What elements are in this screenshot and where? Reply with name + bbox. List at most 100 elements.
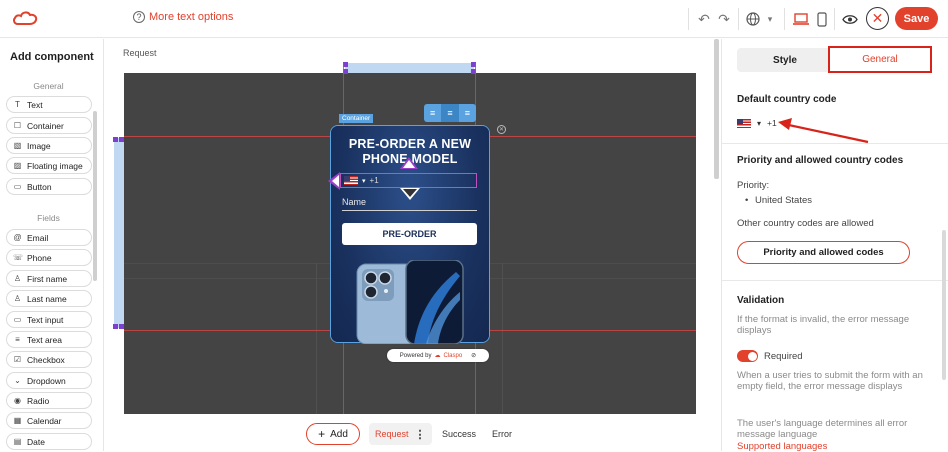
chevron-down-icon[interactable]: ▾ <box>761 10 779 28</box>
field-date[interactable]: ▤ Date <box>6 433 92 450</box>
powered-by-badge: Powered by ☁ Claspo ⊘ <box>387 349 489 362</box>
checkbox-icon: ☑ <box>13 355 22 364</box>
person-icon: ♙ <box>13 274 22 283</box>
phone-field[interactable]: ▾ +1 <box>340 173 477 188</box>
resize-handle[interactable] <box>119 137 124 142</box>
field-phone[interactable]: ☏ Phone <box>6 249 92 266</box>
annotation-arrow-icon <box>778 118 869 144</box>
preorder-button[interactable]: PRE-ORDER <box>342 223 477 245</box>
toolbar-divider <box>834 8 835 30</box>
field-calendar[interactable]: ▦ Calendar <box>6 412 92 429</box>
move-down-handle-inner <box>403 189 417 197</box>
field-email[interactable]: @ Email <box>6 229 92 246</box>
button-icon: ▭ <box>13 182 22 191</box>
redo-icon[interactable]: ↷ <box>715 10 733 28</box>
globe-icon[interactable] <box>744 10 762 28</box>
help-circle-icon: ? <box>133 11 145 23</box>
undo-icon[interactable]: ↶ <box>695 10 713 28</box>
required-toggle[interactable] <box>737 350 758 362</box>
radio-icon: ◉ <box>14 396 21 405</box>
alignment-toolbar: ≡ ≡ ≡ <box>424 104 476 122</box>
field-checkbox[interactable]: ☑ Checkbox <box>6 351 92 368</box>
canvas-page-label: Request <box>123 48 157 58</box>
component-button[interactable]: ▭ Button <box>6 178 92 195</box>
field-first-name[interactable]: ♙ First name <box>6 270 92 287</box>
more-text-options-link[interactable]: ? More text options <box>133 11 233 23</box>
name-field[interactable]: Name <box>342 197 477 211</box>
priority-codes-button[interactable]: Priority and allowed codes <box>737 241 910 264</box>
default-country-heading: Default country code <box>737 94 837 105</box>
left-panel-scrollbar[interactable] <box>93 111 97 281</box>
validation-hint: If the format is invalid, the error mess… <box>737 314 910 336</box>
more-options-icon[interactable]: ⋮ <box>415 428 426 441</box>
more-text-options-label: More text options <box>149 11 234 23</box>
preview-eye-icon[interactable] <box>841 10 859 28</box>
tab-request[interactable]: Request ⋮ <box>369 423 432 445</box>
mobile-view-icon[interactable] <box>813 10 831 28</box>
supported-languages-link[interactable]: Supported languages <box>737 441 827 452</box>
date-icon: ▤ <box>13 437 22 446</box>
selection-left-highlight <box>114 138 124 328</box>
us-flag-icon <box>344 176 358 185</box>
field-text-input[interactable]: ▭ Text input <box>6 311 92 328</box>
save-button[interactable]: Save <box>895 7 938 30</box>
image-icon: ▧ <box>13 141 22 150</box>
align-left-icon[interactable]: ≡ <box>424 104 441 122</box>
tab-general[interactable]: General <box>828 46 932 73</box>
panel-title: Add component <box>10 51 94 63</box>
phone-icon: ☏ <box>13 253 24 262</box>
dropdown-icon: ⌄ <box>14 376 21 385</box>
hide-icon[interactable]: ⊘ <box>471 352 476 359</box>
canvas-scrollbar[interactable] <box>714 39 719 179</box>
person-icon: ♙ <box>13 294 22 303</box>
selection-top-highlight <box>345 63 474 73</box>
fields-section-label: Fields <box>37 213 60 223</box>
component-floating-image[interactable]: ▨ Floating image <box>6 157 92 174</box>
tab-success[interactable]: Success <box>442 429 476 439</box>
field-radio[interactable]: ◉ Radio <box>6 392 92 409</box>
chevron-down-icon: ▾ <box>362 177 366 185</box>
align-right-icon[interactable]: ≡ <box>459 104 476 122</box>
resize-handle[interactable] <box>119 324 124 329</box>
desktop-view-icon[interactable] <box>792 10 810 28</box>
align-center-icon[interactable]: ≡ <box>441 104 459 122</box>
required-hint: When a user tries to submit the form wit… <box>737 370 923 392</box>
component-container[interactable]: ☐ Container <box>6 117 92 134</box>
field-dropdown[interactable]: ⌄ Dropdown <box>6 372 92 389</box>
add-page-button[interactable]: + Add <box>306 423 360 445</box>
move-up-handle-inner <box>403 160 415 168</box>
move-left-handle-inner <box>332 175 339 187</box>
bullet-icon: • <box>745 195 749 206</box>
canvas-guide <box>502 263 503 414</box>
top-toolbar: ? More text options ↶ ↷ ▾ ✕ Save <box>0 0 948 38</box>
toolbar-divider <box>784 8 785 30</box>
field-last-name[interactable]: ♙ Last name <box>6 290 92 307</box>
toolbar-divider <box>688 8 689 30</box>
section-divider <box>721 280 948 281</box>
phone-code: +1 <box>369 176 379 185</box>
claspo-logo-icon <box>13 11 38 25</box>
plus-icon: + <box>318 427 326 441</box>
component-text[interactable]: T Text <box>6 96 92 113</box>
priority-label: Priority: <box>737 180 770 191</box>
container-icon: ☐ <box>13 121 22 130</box>
claspo-mini-logo-icon: ☁ <box>434 353 441 359</box>
text-icon: T <box>15 100 20 109</box>
at-icon: @ <box>13 233 22 242</box>
resize-handle[interactable] <box>113 324 118 329</box>
close-editor-button[interactable]: ✕ <box>866 7 889 30</box>
language-hint: The user's language determines all error… <box>737 418 908 440</box>
text-area-icon: ≡ <box>15 335 20 344</box>
remove-element-icon[interactable]: ✕ <box>497 125 506 134</box>
floating-image-icon: ▨ <box>13 161 22 170</box>
resize-handle[interactable] <box>113 137 118 142</box>
field-text-area[interactable]: ≡ Text area <box>6 331 92 348</box>
container-tag: Container <box>339 114 374 123</box>
settings-scrollbar[interactable] <box>942 230 946 380</box>
tab-error[interactable]: Error <box>492 429 512 439</box>
phone-product-image[interactable] <box>356 260 464 344</box>
close-icon: ✕ <box>871 10 884 26</box>
tab-style[interactable]: Style <box>737 48 833 72</box>
canvas-guide <box>316 263 317 414</box>
component-image[interactable]: ▧ Image <box>6 137 92 154</box>
